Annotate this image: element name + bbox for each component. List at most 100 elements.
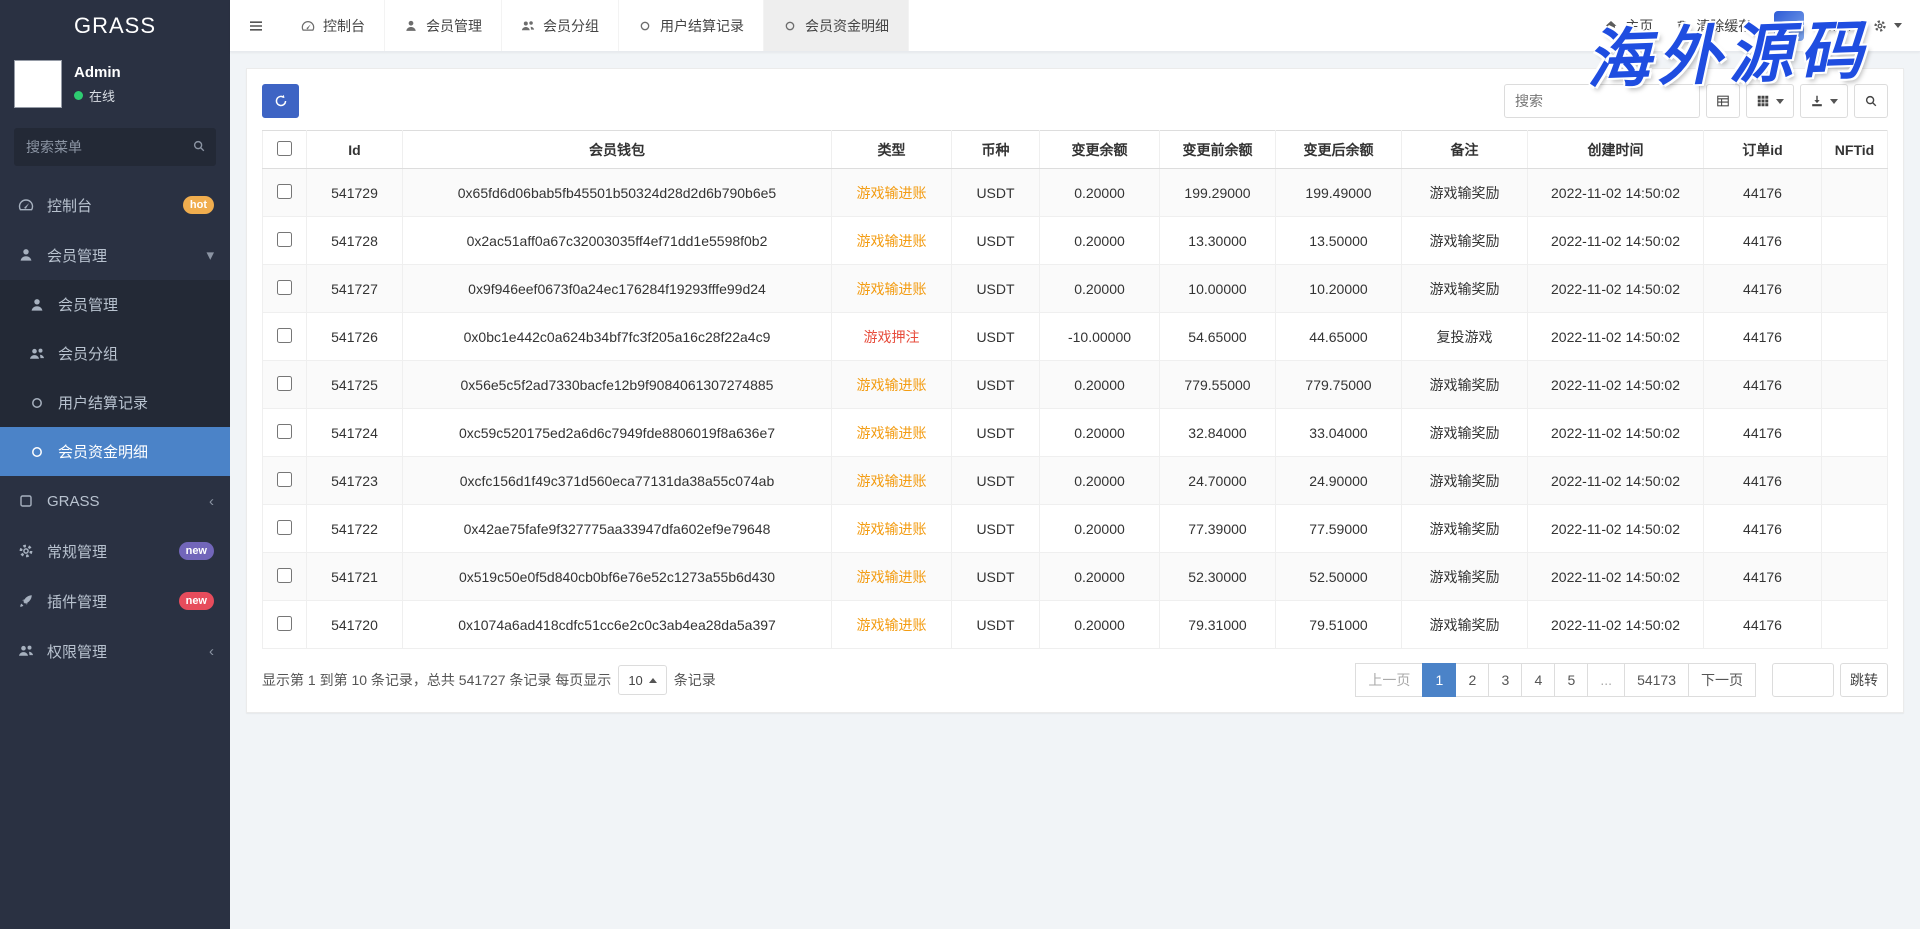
page-button[interactable]: 下一页 — [1688, 663, 1756, 697]
toggle-view-button[interactable] — [1706, 84, 1740, 118]
page-button[interactable]: 2 — [1455, 663, 1489, 697]
refresh-button[interactable] — [262, 84, 299, 118]
sidebar-item-user-settlement[interactable]: 用户结算记录 — [0, 378, 230, 427]
order-id: 44176 — [1704, 457, 1822, 505]
sidebar-item-permission-management[interactable]: 权限管理 ‹ — [0, 626, 230, 676]
tab-label: 用户结算记录 — [660, 16, 744, 36]
row-checkbox[interactable] — [277, 424, 292, 439]
tab-member-management[interactable]: 会员管理 — [385, 0, 502, 51]
tab-label: 会员资金明细 — [805, 16, 889, 36]
tab-user-settlement[interactable]: 用户结算记录 — [619, 0, 764, 51]
page-button[interactable]: ... — [1587, 663, 1625, 697]
page-button[interactable]: 5 — [1554, 663, 1588, 697]
user-status: 在线 — [74, 86, 121, 105]
change-amount: -10.00000 — [1040, 313, 1160, 361]
caret-up-icon — [649, 678, 657, 683]
table-header-row: Id会员钱包类型币种变更余额变更前余额变更后余额备注创建时间订单idNFTid — [263, 131, 1888, 169]
sidebar-item-console[interactable]: 控制台 hot — [0, 180, 230, 230]
remark: 游戏输奖励 — [1402, 601, 1528, 649]
new-badge: new — [179, 542, 214, 560]
columns-dropdown-button[interactable] — [1746, 84, 1794, 118]
row-checkbox[interactable] — [277, 568, 292, 583]
row-checkbox[interactable] — [277, 184, 292, 199]
rocket-icon — [16, 593, 36, 609]
balance-before: 199.29000 — [1160, 169, 1276, 217]
row-checkbox[interactable] — [277, 376, 292, 391]
record-type: 游戏输进账 — [832, 169, 952, 217]
page-size-dropdown[interactable]: 10 — [618, 665, 666, 695]
sidebar-item-general-settings[interactable]: 常规管理 new — [0, 526, 230, 576]
wallet-address: 0x9f946eef0673f0a24ec176284f19293fffe99d… — [403, 265, 832, 313]
order-id: 44176 — [1704, 265, 1822, 313]
tab-label: 控制台 — [323, 16, 365, 36]
row-checkbox[interactable] — [277, 616, 292, 631]
record-type: 游戏输进账 — [832, 553, 952, 601]
chevron-left-icon: ‹ — [209, 493, 214, 510]
sidebar-item-member-groups[interactable]: 会员分组 — [0, 329, 230, 378]
row-checkbox[interactable] — [277, 280, 292, 295]
change-amount: 0.20000 — [1040, 457, 1160, 505]
balance-after: 52.50000 — [1276, 553, 1402, 601]
sidebar-search-input[interactable] — [14, 128, 216, 166]
user-menu[interactable]: Admin — [1774, 11, 1851, 41]
balance-before: 13.30000 — [1160, 217, 1276, 265]
tab-console[interactable]: 控制台 — [282, 0, 385, 51]
column-header: NFTid — [1822, 131, 1888, 169]
column-header: 变更后余额 — [1276, 131, 1402, 169]
page-button[interactable]: 1 — [1422, 663, 1456, 697]
export-dropdown-button[interactable] — [1800, 84, 1848, 118]
balance-before: 54.65000 — [1160, 313, 1276, 361]
sidebar-item-member-list[interactable]: 会员管理 — [0, 280, 230, 329]
jump-button[interactable]: 跳转 — [1840, 663, 1888, 697]
row-checkbox[interactable] — [277, 520, 292, 535]
change-amount: 0.20000 — [1040, 361, 1160, 409]
member-submenu: 会员管理 会员分组 用户结算记录 会员资金明细 — [0, 280, 230, 476]
settings-menu[interactable] — [1873, 19, 1902, 33]
username-label: Admin — [1811, 18, 1851, 34]
circle-icon — [783, 19, 797, 33]
balance-after: 10.20000 — [1276, 265, 1402, 313]
page-button[interactable]: 54173 — [1624, 663, 1689, 697]
table-row: 5417290x65fd6d06bab5fb45501b50324d28d2d6… — [263, 169, 1888, 217]
sidebar-item-label: 控制台 — [47, 195, 183, 216]
row-checkbox[interactable] — [277, 328, 292, 343]
coin: USDT — [952, 169, 1040, 217]
coin: USDT — [952, 265, 1040, 313]
wallet-address: 0x0bc1e442c0a624b34bf7fc3f205a16c28f22a4… — [403, 313, 832, 361]
created-at: 2022-11-02 14:50:02 — [1528, 409, 1704, 457]
home-link[interactable]: 主页 — [1604, 16, 1653, 36]
sidebar-item-grass[interactable]: GRASS ‹ — [0, 476, 230, 526]
order-id: 44176 — [1704, 505, 1822, 553]
page-button[interactable]: 上一页 — [1355, 663, 1423, 697]
caret-down-icon — [1894, 23, 1902, 28]
balance-after: 779.75000 — [1276, 361, 1402, 409]
created-at: 2022-11-02 14:50:02 — [1528, 169, 1704, 217]
menu-toggle-icon[interactable] — [230, 0, 282, 51]
page-button[interactable]: 3 — [1488, 663, 1522, 697]
balance-before: 79.31000 — [1160, 601, 1276, 649]
remark: 游戏输奖励 — [1402, 361, 1528, 409]
page-button[interactable]: 4 — [1521, 663, 1555, 697]
row-id: 541729 — [307, 169, 403, 217]
jump-page-input[interactable] — [1772, 663, 1834, 697]
row-checkbox[interactable] — [277, 232, 292, 247]
sidebar-item-member-funds[interactable]: 会员资金明细 — [0, 427, 230, 476]
nft-id — [1822, 217, 1888, 265]
tab-member-funds[interactable]: 会员资金明细 — [764, 0, 909, 51]
top-navbar: 控制台 会员管理 会员分组 用户结算记录 会员资金明细 — [230, 0, 1920, 52]
table-row: 5417280x2ac51aff0a67c32003035ff4ef71dd1e… — [263, 217, 1888, 265]
column-header: Id — [307, 131, 403, 169]
tab-member-groups[interactable]: 会员分组 — [502, 0, 619, 51]
sidebar-item-plugin-management[interactable]: 插件管理 new — [0, 576, 230, 626]
order-id: 44176 — [1704, 409, 1822, 457]
coin: USDT — [952, 361, 1040, 409]
advanced-search-button[interactable] — [1854, 84, 1888, 118]
clear-cache-link[interactable]: 清除缓存 — [1675, 16, 1752, 36]
table-body: 5417290x65fd6d06bab5fb45501b50324d28d2d6… — [263, 169, 1888, 649]
table-row: 5417240xc59c520175ed2a6d6c7949fde8806019… — [263, 409, 1888, 457]
row-checkbox[interactable] — [277, 472, 292, 487]
sidebar-item-member-management[interactable]: 会员管理 ▾ — [0, 230, 230, 280]
table-search-input[interactable] — [1504, 84, 1700, 118]
select-all-checkbox[interactable] — [277, 141, 292, 156]
order-id: 44176 — [1704, 313, 1822, 361]
